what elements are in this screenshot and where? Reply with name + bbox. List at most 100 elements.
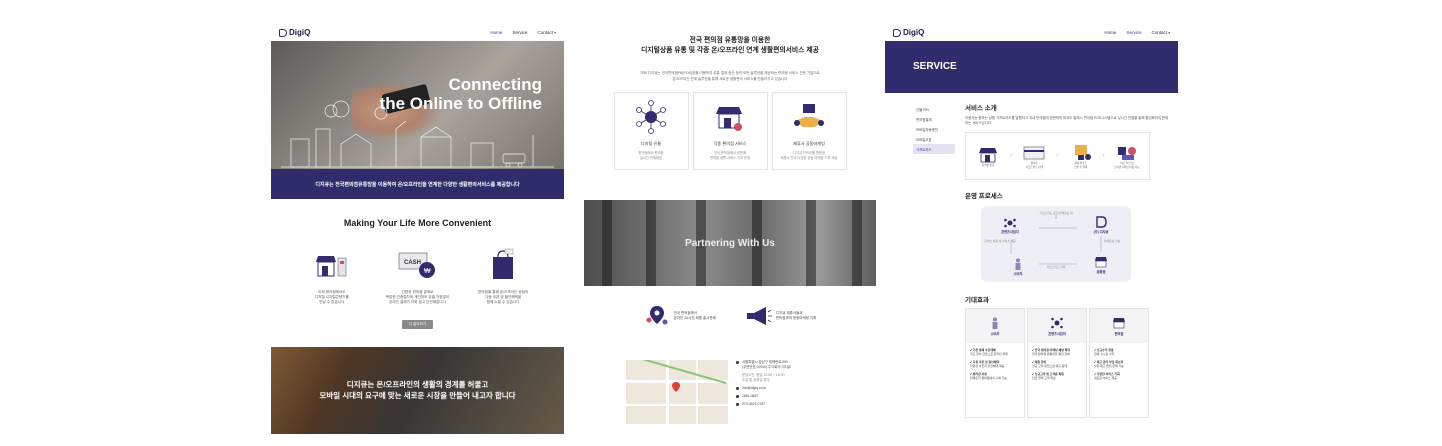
map-marker-icon — [672, 382, 680, 392]
usage-flow: 편의점 방문 › 원하는 기프트카드 선택 › 결제 바코드 스캔 후 결제 › 바… — [965, 132, 1150, 180]
network-icon — [1051, 317, 1063, 328]
service-content: 서비스 소개 이용자는 원하는 상품 기프트카드를 발행하고 국내 편의점에 방… — [965, 102, 1170, 200]
process-title: 운영 프로세스 — [965, 193, 1003, 200]
digiq-logo[interactable]: DigiQ — [279, 28, 310, 37]
flow-step: 바로 적립 및 온라인 서비스이용 가능 — [1113, 143, 1141, 170]
logo-mark-icon — [279, 28, 287, 37]
effect-item: ✓ 편리한 사용 언제든지 편의점에서 구매 가능 — [970, 372, 1007, 380]
shopping-bag-icon — [463, 244, 543, 284]
online-service-icon — [1117, 146, 1136, 160]
effect-card-store: 편의점 ✓ 신규수익 창출 판매 수수료 수익 ✓ 재고 관리 부담 최소화 실물 … — [1089, 308, 1149, 418]
location-icon — [736, 361, 739, 364]
section-title: Making Your Life More Convenient — [343, 218, 492, 228]
arrow-right-icon: › — [1102, 153, 1105, 159]
sidebar-item-payment[interactable]: 편의점결제 — [913, 114, 955, 124]
hero-caption: 디지큐는 전국편의점유통망을 이용하여 온/오프라인을 연계한 다양한 생활편의… — [271, 169, 564, 199]
chevron-down-icon: ▾ — [554, 31, 556, 35]
service-card: 디지털 유통 편의점에서 편리한 실시간 판매제공 — [613, 92, 689, 170]
chevron-down-icon: ▾ — [1168, 31, 1170, 35]
gift-card-icon — [1024, 146, 1045, 160]
digiq-logo[interactable]: DigiQ — [893, 28, 924, 37]
effect-list: 소비자 ✓ 기존 결제 수단대체 카드 없이 현금으로 온라인 결제 ✓ 다종 쿠… — [965, 308, 1150, 418]
service-banner: SERVICE — [885, 41, 1178, 93]
stat-item: 전국 편의점에서 온라인 24시간 제품 출시판매 — [644, 304, 716, 328]
nav-home[interactable]: Home — [1104, 30, 1116, 35]
logo-mark-icon — [893, 28, 901, 37]
sidebar-item-giftcard[interactable]: 기프트카드 — [913, 144, 955, 154]
nav-contact[interactable]: Contact ▾ — [1151, 30, 1170, 35]
about-page-screenshot: 전국 편의점 유통망을 이용한 디지털상품 유통 및 각종 온/오프라인 연계 … — [584, 24, 876, 434]
network-icon — [615, 93, 688, 141]
map-pin-icon — [646, 306, 668, 325]
svg-text:₩: ₩ — [424, 268, 431, 275]
contact-section: 서울특별시 강남구 테헤란로 000 (우편번호 00000) 주식회사 디지큐 … — [626, 360, 856, 428]
main-nav: Home Service Contact ▾ — [490, 30, 556, 35]
process-diagram: 콘텐츠사업자 (주) 디지큐 소비자 유통점 기프트카드 공급/판매정보 제공 … — [981, 206, 1131, 282]
flow-step: 원하는 기프트카드 선택 — [1020, 143, 1048, 170]
megaphone-icon — [746, 307, 772, 325]
arrow-right-icon: › — [1056, 153, 1059, 159]
flow-step: 결제 바코드 스캔 후 결제 — [1067, 143, 1095, 170]
person-icon — [992, 317, 998, 329]
effect-item: ✓ 신규고객 및 고객층 확대 현금 결제 고객 확보 — [1032, 372, 1064, 380]
sidebar-item-pin[interactable]: 선물 PIN — [913, 104, 955, 114]
service-card: 각종 편의점 서비스 전국 편의점에서 한번에 편의점 생활 서비스 기획 운영 — [692, 92, 768, 170]
effect-item: ✓ 매출 향상 신규 고객 유입으로 매출 증대 — [1032, 360, 1068, 368]
mail-icon — [736, 387, 739, 390]
location-map[interactable] — [626, 360, 728, 424]
page-title: 전국 편의점 유통망을 이용한 디지털상품 유통 및 각종 온/오프라인 연계 … — [641, 37, 819, 54]
phone-number: 1661-0867 — [742, 394, 759, 398]
effect-item: ✓ 다양한 서비스 기회 새로운 서비스 제공 — [1094, 372, 1120, 380]
partnership-icon — [773, 93, 846, 141]
partner-title: Partnering With Us — [685, 238, 775, 249]
effect-item: ✓ 기존 결제 수단대체 카드 없이 현금으로 온라인 결제 — [970, 348, 1008, 356]
store-icon — [292, 244, 372, 284]
intro-title: 서비스 소개 — [965, 105, 997, 112]
service-sidebar: 선물 PIN 편의점결제 모바일자동충전 모바일쿠폰 기프트카드 — [913, 104, 955, 154]
store-icon — [694, 93, 767, 141]
effect-card-content-company: 콘텐츠사업자 ✓ 전국 편의점 마케팅 채널 확대 전국 편의점 유통망을 통한 … — [1027, 308, 1087, 418]
sidebar-item-autocharge[interactable]: 모바일자동충전 — [913, 124, 955, 134]
partner-banner: Partnering With Us — [584, 200, 876, 286]
stat-item: 디지큐 제휴사들과 편의점과의 공동마케팅 기획 — [744, 304, 816, 328]
store-icon — [979, 147, 998, 162]
nav-service[interactable]: Service — [512, 30, 527, 35]
svg-text:CASH: CASH — [404, 260, 421, 266]
hero-title: Connecting the Online to Offline — [379, 75, 542, 113]
office-image-banner: 디지큐는 온/오프라인의 생활의 경계를 허물고 모바일 시대의 요구에 맞는 … — [271, 347, 564, 434]
home-page-screenshot: DigiQ Home Service Contact ▾ Connecting … — [271, 24, 564, 434]
company-description: 저희 디지큐는 전국편의점PB(POS)망을 이용하여 유통 결제 정산 등의 … — [640, 71, 820, 81]
feature-list: 이제 편의점에서도 디지털 디지털콘텐츠를 만날 수 있습니다 CASH ₩ 간편한 … — [271, 244, 564, 305]
service-page-screenshot: DigiQ Home Service Contact ▾ SERVICE 선물 … — [885, 24, 1178, 434]
fax-icon — [736, 403, 739, 406]
stat-list: 전국 편의점에서 온라인 24시간 제품 출시판매 디지큐 제휴사들과 편의점과의 … — [584, 304, 876, 328]
intro-text: 이용자는 원하는 상품 기프트카드를 발행하고 국내 편의점에 방문하여 바코드… — [965, 116, 1169, 125]
learn-more-button[interactable]: 더 알아보기 — [402, 320, 433, 329]
effect-item: ✓ 재고 관리 부담 최소화 실물 재고 없이 판매 가능 — [1094, 360, 1124, 368]
cash-icon: CASH ₩ — [377, 244, 457, 284]
main-nav: Home Service Contact ▾ — [1104, 30, 1170, 35]
effect-card-consumer: 소비자 ✓ 기존 결제 수단대체 카드 없이 현금으로 온라인 결제 ✓ 다종 쿠… — [965, 308, 1025, 418]
nav-service[interactable]: Service — [1126, 30, 1141, 35]
feature-item: 편의점을 통해 온/오프라인 상점의 다종 쿠폰 및 할인혜택을 함께 누릴 수 있… — [463, 244, 543, 305]
email-link[interactable]: info@digiq.co.kr — [742, 386, 766, 391]
banner-text: 디지큐는 온/오프라인의 생활의 경계를 허물고 모바일 시대의 요구에 맞는 … — [319, 380, 516, 400]
service-card: 제휴사 공동마케팅 디지큐 인프라를 활용한 제휴사 간의 다양한 공동 마케팅 … — [771, 92, 847, 170]
process-arrows — [1010, 227, 1102, 265]
sidebar-item-coupon[interactable]: 모바일쿠폰 — [913, 134, 955, 144]
site-header: DigiQ Home Service Contact ▾ — [271, 24, 564, 41]
flow-step: 편의점 방문 — [974, 145, 1002, 168]
feature-item: CASH ₩ 간편한 편의점 결제로 복잡한 인증절차와 개인정보 유출 걱정없이 온… — [377, 244, 457, 305]
barcode-scan-icon — [1074, 144, 1091, 160]
contact-info: 서울특별시 강남구 테헤란로 000 (우편번호 00000) 주식회사 디지큐 … — [736, 360, 856, 410]
phone-icon — [736, 395, 739, 398]
store-icon — [1113, 317, 1125, 328]
nav-home[interactable]: Home — [490, 30, 502, 35]
feature-item: 이제 편의점에서도 디지털 디지털콘텐츠를 만날 수 있습니다 — [292, 244, 372, 305]
effect-item: ✓ 신규수익 창출 판매 수수료 수익 — [1094, 348, 1115, 356]
nav-contact[interactable]: Contact ▾ — [537, 30, 556, 35]
effect-item: ✓ 전국 편의점 마케팅 채널 확대 전국 편의점 유통망을 통한 판매 — [1032, 348, 1070, 356]
hero-banner: Connecting the Online to Offline 디지큐는 전국… — [271, 41, 564, 199]
arrow-right-icon: › — [1010, 153, 1013, 159]
fax-number: 070-4622-0787 — [742, 402, 766, 406]
